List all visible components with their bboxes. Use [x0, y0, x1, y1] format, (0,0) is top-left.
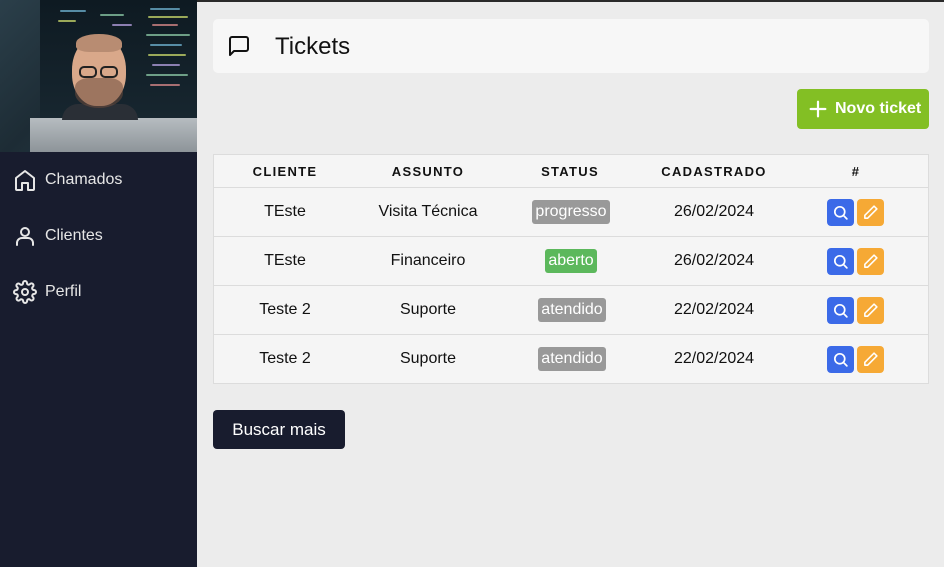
view-ticket-button[interactable]	[827, 199, 854, 226]
table-row: Teste 2 Suporte atendido 22/02/2024	[214, 334, 928, 383]
cell-cliente: TEste	[264, 203, 306, 220]
gear-icon	[13, 280, 37, 304]
search-icon	[833, 303, 848, 318]
search-icon	[833, 352, 848, 367]
status-badge: atendido	[538, 347, 606, 371]
cell-assunto: Visita Técnica	[378, 203, 478, 220]
table-row: Teste 2 Suporte atendido 22/02/2024	[214, 285, 928, 334]
home-icon	[15, 170, 35, 191]
view-ticket-button[interactable]	[827, 346, 854, 373]
sidebar-item-label: Perfil	[45, 283, 82, 300]
edit-ticket-button[interactable]	[857, 199, 884, 226]
load-more-label: Buscar mais	[232, 420, 326, 439]
cell-assunto: Suporte	[399, 350, 457, 367]
status-badge: aberto	[545, 249, 597, 273]
pencil-icon	[864, 303, 878, 317]
search-icon	[833, 205, 848, 220]
status-badge: progresso	[532, 200, 610, 224]
cell-assunto: Financeiro	[390, 252, 466, 269]
cell-cliente: TEste	[264, 252, 306, 269]
table-row: TEste Visita Técnica progresso 26/02/202…	[214, 187, 928, 236]
user-icon	[16, 227, 34, 246]
page-title: Tickets	[275, 33, 351, 60]
edit-ticket-button[interactable]	[857, 248, 884, 275]
cell-assunto: Suporte	[399, 301, 457, 318]
view-ticket-button[interactable]	[827, 297, 854, 324]
cell-cliente: Teste 2	[259, 350, 311, 367]
column-header-cadastrado: CADASTRADO	[661, 164, 767, 179]
edit-ticket-button[interactable]	[857, 297, 884, 324]
pencil-icon	[864, 205, 878, 219]
sidebar-item-label: Chamados	[45, 171, 123, 188]
pencil-icon	[864, 254, 878, 268]
column-header-actions: #	[851, 164, 861, 179]
plus-icon	[809, 100, 827, 118]
cell-cadastrado: 26/02/2024	[673, 203, 755, 220]
cell-cadastrado: 26/02/2024	[673, 252, 755, 269]
page-header: Tickets	[213, 19, 929, 73]
message-icon	[229, 36, 249, 56]
sidebar-item-clientes[interactable]: Clientes	[0, 216, 197, 256]
sidebar-item-label: Clientes	[45, 227, 103, 244]
cell-cliente: Teste 2	[259, 301, 311, 318]
search-icon	[833, 254, 848, 269]
status-badge: atendido	[538, 298, 606, 322]
new-ticket-button[interactable]: Novo ticket	[797, 89, 929, 129]
cell-cadastrado: 22/02/2024	[673, 301, 755, 318]
column-header-assunto: ASSUNTO	[391, 164, 465, 179]
tickets-table: CLIENTE ASSUNTO STATUS CADASTRADO # TEst…	[213, 154, 929, 384]
edit-ticket-button[interactable]	[857, 346, 884, 373]
avatar-laptop	[30, 118, 197, 152]
pencil-icon	[864, 352, 878, 366]
sidebar: Chamados Clientes Perfil	[0, 0, 197, 567]
new-ticket-label: Novo ticket	[835, 100, 922, 117]
avatar	[0, 0, 197, 152]
sidebar-item-perfil[interactable]: Perfil	[0, 272, 197, 312]
load-more-button[interactable]: Buscar mais	[213, 410, 345, 449]
column-header-cliente: CLIENTE	[252, 164, 318, 179]
view-ticket-button[interactable]	[827, 248, 854, 275]
column-header-status: STATUS	[541, 164, 599, 179]
table-row: TEste Financeiro aberto 26/02/2024	[214, 236, 928, 285]
sidebar-item-chamados[interactable]: Chamados	[0, 160, 197, 200]
cell-cadastrado: 22/02/2024	[673, 350, 755, 367]
